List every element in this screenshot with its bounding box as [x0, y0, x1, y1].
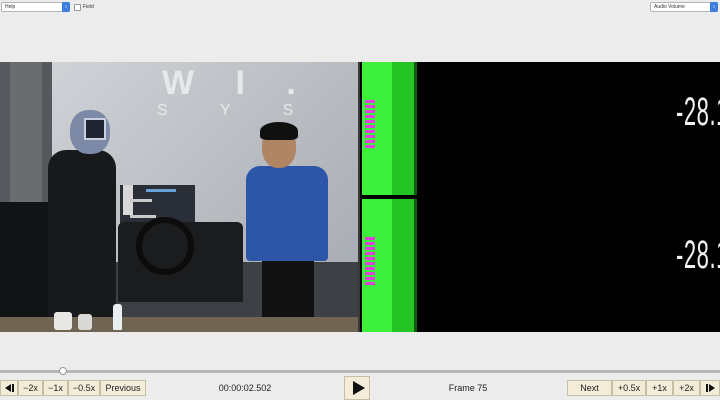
meter-marker — [365, 98, 375, 148]
presenter-right — [246, 166, 328, 261]
steering-wheel — [136, 217, 194, 275]
slide-mark — [130, 215, 156, 218]
next-button[interactable]: Next — [567, 380, 612, 396]
slide-mark — [146, 189, 176, 192]
audio-meter — [358, 62, 720, 332]
step-back-icon — [4, 384, 14, 392]
timeline-scrubber-handle[interactable] — [59, 367, 68, 375]
step-forward-button[interactable] — [700, 380, 720, 396]
speed-plus-2x-button[interactable]: +2x — [673, 380, 700, 396]
audio-meter-bar-bottom — [362, 199, 417, 332]
audio-meter-value-bottom: -28.17 — [676, 233, 720, 277]
audio-volume-dropdown[interactable]: Audio Volume ↕ — [650, 2, 718, 12]
top-toolbar: Help ↕ Field Audio Volume ↕ — [0, 0, 720, 14]
field-checkbox[interactable] — [74, 3, 81, 11]
meter-marker — [365, 235, 375, 285]
field-toggle[interactable]: Field — [74, 3, 94, 11]
screen-logo-graphic-2: S Y S — [157, 102, 318, 119]
step-back-button[interactable] — [0, 380, 18, 396]
audio-meter-bar-top — [362, 62, 417, 195]
meter-shade — [392, 199, 414, 332]
speed-plus-0.5x-button[interactable]: +0.5x — [612, 380, 646, 396]
video-scene: W I . S Y S — [0, 62, 358, 332]
audio-volume-dropdown-value: Audio Volume — [654, 4, 685, 10]
previous-button[interactable]: Previous — [100, 380, 146, 396]
video-frame[interactable]: W I . S Y S -28. -28. — [0, 62, 720, 332]
step-back-triangle — [4, 384, 11, 392]
play-icon — [352, 381, 365, 395]
timecode-display: 00:00:02.502 — [218, 383, 272, 393]
step-back-bar — [11, 384, 14, 392]
screen-logo-graphic: W I . — [162, 64, 312, 102]
step-forward-triangle — [708, 384, 715, 392]
presenter-right-hair — [260, 122, 298, 140]
dropdown-arrow-icon: ↕ — [62, 2, 70, 12]
slide-mark — [130, 199, 152, 202]
help-dropdown-value: Help — [5, 4, 16, 10]
face-overlay-box — [84, 118, 106, 140]
speed-plus-1x-button[interactable]: +1x — [646, 380, 673, 396]
speed-minus-0.5x-button[interactable]: −0.5x — [68, 380, 100, 396]
frame-counter: Frame 75 — [448, 383, 488, 393]
field-label: Field — [83, 4, 94, 10]
scene-object — [0, 202, 52, 332]
step-forward-icon — [705, 384, 715, 392]
scene-bottle — [113, 304, 122, 330]
play-button[interactable] — [344, 376, 370, 400]
scene-wall-panel — [10, 62, 42, 212]
speed-minus-1x-button[interactable]: −1x — [43, 380, 68, 396]
speed-minus-2x-button[interactable]: −2x — [18, 380, 43, 396]
scene-cup — [78, 314, 92, 330]
step-forward-bar — [705, 384, 708, 392]
meter-edge — [414, 62, 417, 195]
meter-edge — [414, 199, 417, 332]
timeline-track[interactable] — [0, 370, 720, 373]
meter-shade — [392, 62, 414, 195]
playback-controls: −2x −1x −0.5x Previous 00:00:02.502 Fram… — [0, 376, 720, 400]
dropdown-arrow-icon: ↕ — [710, 2, 718, 12]
scene-cup — [54, 312, 72, 330]
help-dropdown[interactable]: Help ↕ — [1, 2, 70, 12]
presenter-left — [48, 150, 116, 320]
audio-meter-value-top: -28.17 — [676, 90, 720, 134]
